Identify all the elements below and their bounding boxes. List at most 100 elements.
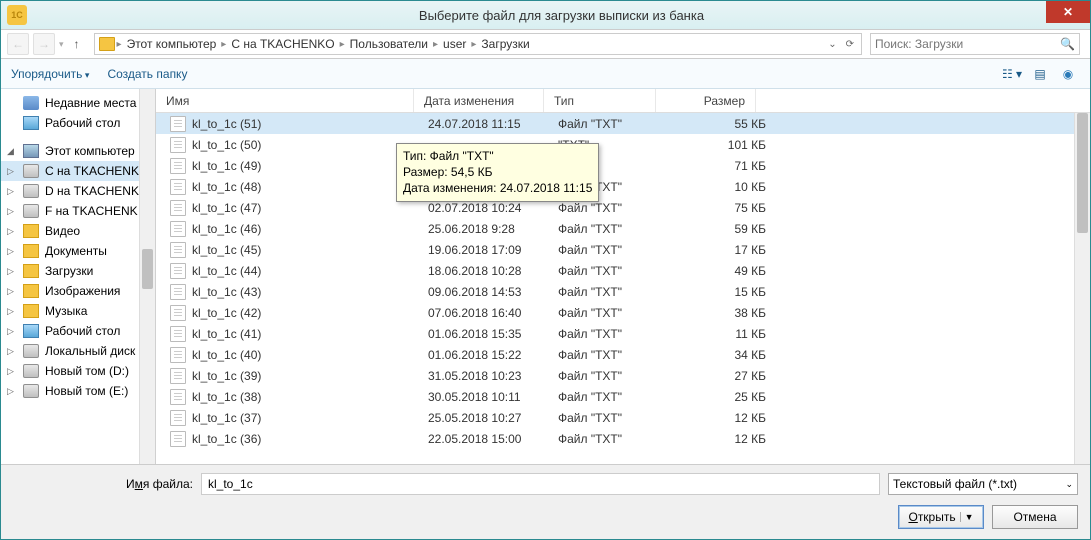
sidebar-item[interactable]: Рабочий стол bbox=[1, 113, 155, 133]
file-row[interactable]: kl_to_1c (49)"TXT"71 КБ bbox=[156, 155, 1090, 176]
expand-icon[interactable]: ▷ bbox=[7, 346, 17, 357]
expand-icon[interactable]: ▷ bbox=[7, 206, 17, 217]
file-type: Файл "TXT" bbox=[558, 117, 670, 131]
col-date[interactable]: Дата изменения bbox=[414, 89, 544, 112]
sidebar-this-pc[interactable]: ◢ Этот компьютер bbox=[1, 141, 155, 161]
file-row[interactable]: kl_to_1c (38)30.05.2018 10:11Файл "TXT"2… bbox=[156, 386, 1090, 407]
file-row[interactable]: kl_to_1c (36)22.05.2018 15:00Файл "TXT"1… bbox=[156, 428, 1090, 449]
sidebar-item[interactable]: ▷ Изображения bbox=[1, 281, 155, 301]
file-row[interactable]: kl_to_1c (44)18.06.2018 10:28Файл "TXT"4… bbox=[156, 260, 1090, 281]
sidebar-item[interactable]: Недавние места bbox=[1, 93, 155, 113]
file-icon bbox=[170, 326, 186, 342]
sidebar-icon bbox=[23, 164, 39, 178]
sidebar-item[interactable]: ▷ Новый том (D:) bbox=[1, 361, 155, 381]
sidebar-label: Новый том (D:) bbox=[45, 364, 129, 378]
sidebar-icon bbox=[23, 324, 39, 338]
breadcrumb-seg[interactable]: Пользователи bbox=[347, 37, 431, 51]
nav-back-button[interactable]: ← bbox=[7, 33, 29, 55]
file-date: 02.07.2018 10:24 bbox=[428, 201, 558, 215]
expand-icon[interactable]: ▷ bbox=[7, 306, 17, 317]
col-type[interactable]: Тип bbox=[544, 89, 656, 112]
preview-pane-button[interactable]: ▤ bbox=[1028, 63, 1052, 85]
file-row[interactable]: kl_to_1c (43)09.06.2018 14:53Файл "TXT"1… bbox=[156, 281, 1090, 302]
open-button[interactable]: Открыть ▼ bbox=[898, 505, 984, 529]
col-name[interactable]: Имя bbox=[156, 89, 414, 112]
sidebar-item[interactable]: ▷Загрузки bbox=[1, 261, 155, 281]
nav-up-button[interactable]: ↑ bbox=[68, 35, 86, 53]
expand-icon[interactable]: ▷ bbox=[7, 366, 17, 377]
file-row[interactable]: kl_to_1c (40)01.06.2018 15:22Файл "TXT"3… bbox=[156, 344, 1090, 365]
file-icon bbox=[170, 158, 186, 174]
file-row[interactable]: kl_to_1c (45)19.06.2018 17:09Файл "TXT"1… bbox=[156, 239, 1090, 260]
breadcrumb-seg[interactable]: Этот компьютер bbox=[124, 37, 220, 51]
expand-icon[interactable]: ◢ bbox=[7, 146, 17, 157]
app-icon: 1C bbox=[7, 5, 27, 25]
breadcrumb-seg[interactable]: С на TKACHENKO bbox=[228, 37, 337, 51]
file-icon bbox=[170, 389, 186, 405]
search-input[interactable] bbox=[875, 37, 1060, 51]
breadcrumb-dropdown-icon[interactable]: ⌄ bbox=[825, 39, 839, 50]
file-row[interactable]: kl_to_1c (39)31.05.2018 10:23Файл "TXT"2… bbox=[156, 365, 1090, 386]
col-size[interactable]: Размер bbox=[656, 89, 756, 112]
cancel-button[interactable]: Отмена bbox=[992, 505, 1078, 529]
expand-icon[interactable]: ▷ bbox=[7, 246, 17, 257]
expand-icon[interactable]: ▷ bbox=[7, 166, 17, 177]
sidebar-label: Изображения bbox=[45, 284, 120, 298]
file-row[interactable]: kl_to_1c (51)24.07.2018 11:15Файл "TXT"5… bbox=[156, 113, 1090, 134]
sidebar-label: Новый том (E:) bbox=[45, 384, 128, 398]
expand-icon[interactable]: ▷ bbox=[7, 326, 17, 337]
file-row[interactable]: kl_to_1c (41)01.06.2018 15:35Файл "TXT"1… bbox=[156, 323, 1090, 344]
sidebar-scrollbar[interactable] bbox=[139, 89, 155, 464]
file-icon bbox=[170, 263, 186, 279]
chevron-right-icon: ▸ bbox=[117, 39, 122, 50]
breadcrumb[interactable]: ▸ Этот компьютер ▸ С на TKACHENKO ▸ Поль… bbox=[94, 33, 862, 55]
expand-icon[interactable]: ▷ bbox=[7, 286, 17, 297]
refresh-icon[interactable]: ⟳ bbox=[843, 39, 857, 50]
nav-forward-button[interactable]: → bbox=[33, 33, 55, 55]
file-size: 12 КБ bbox=[670, 432, 766, 446]
sidebar-item[interactable]: ▷Музыка bbox=[1, 301, 155, 321]
sidebar-item[interactable]: ▷Рабочий стол bbox=[1, 321, 155, 341]
file-row[interactable]: kl_to_1c (46)25.06.2018 9:28Файл "TXT"59… bbox=[156, 218, 1090, 239]
help-button[interactable]: ◉ bbox=[1056, 63, 1080, 85]
file-date: 22.05.2018 15:00 bbox=[428, 432, 558, 446]
expand-icon[interactable]: ▷ bbox=[7, 386, 17, 397]
expand-icon[interactable]: ▷ bbox=[7, 226, 17, 237]
organize-button[interactable]: Упорядочить bbox=[11, 67, 89, 81]
filetype-select[interactable]: Текстовый файл (*.txt)⌄ bbox=[888, 473, 1078, 495]
file-name: kl_to_1c (44) bbox=[192, 264, 428, 278]
breadcrumb-seg[interactable]: Загрузки bbox=[478, 37, 532, 51]
filename-input[interactable] bbox=[201, 473, 880, 495]
file-row[interactable]: kl_to_1c (42)07.06.2018 16:40Файл "TXT"3… bbox=[156, 302, 1090, 323]
search-box[interactable]: 🔍 bbox=[870, 33, 1080, 55]
sidebar-icon bbox=[23, 244, 39, 258]
file-row[interactable]: kl_to_1c (48)11.07.2018 10:07Файл "TXT"1… bbox=[156, 176, 1090, 197]
file-date: 09.06.2018 14:53 bbox=[428, 285, 558, 299]
expand-icon[interactable]: ▷ bbox=[7, 186, 17, 197]
filelist-scrollbar[interactable] bbox=[1074, 113, 1090, 464]
file-name: kl_to_1c (48) bbox=[192, 180, 428, 194]
file-date: 25.05.2018 10:27 bbox=[428, 411, 558, 425]
sidebar-item[interactable]: ▷ Новый том (E:) bbox=[1, 381, 155, 401]
expand-icon[interactable]: ▷ bbox=[7, 266, 17, 277]
file-size: 27 КБ bbox=[670, 369, 766, 383]
view-mode-button[interactable]: ☷ ▾ bbox=[1000, 63, 1024, 85]
sidebar-item[interactable]: ▷F на TKACHENK bbox=[1, 201, 155, 221]
file-row[interactable]: kl_to_1c (37)25.05.2018 10:27Файл "TXT"1… bbox=[156, 407, 1090, 428]
file-size: 38 КБ bbox=[670, 306, 766, 320]
sidebar-item[interactable]: ▷Локальный диск bbox=[1, 341, 155, 361]
sidebar-item[interactable]: ▷С на TKACHENK bbox=[1, 161, 155, 181]
file-icon bbox=[170, 284, 186, 300]
filename-label: Имя файла: bbox=[13, 477, 193, 491]
breadcrumb-seg[interactable]: user bbox=[440, 37, 469, 51]
sidebar-label: D на TKACHENK bbox=[45, 184, 139, 198]
file-row[interactable]: kl_to_1c (47)02.07.2018 10:24Файл "TXT"7… bbox=[156, 197, 1090, 218]
file-size: 71 КБ bbox=[670, 159, 766, 173]
new-folder-button[interactable]: Создать папку bbox=[107, 67, 187, 81]
close-button[interactable]: ✕ bbox=[1046, 1, 1090, 23]
sidebar-item[interactable]: ▷ D на TKACHENK bbox=[1, 181, 155, 201]
sidebar-item[interactable]: ▷Документы bbox=[1, 241, 155, 261]
file-date: 31.05.2018 10:23 bbox=[428, 369, 558, 383]
sidebar-item[interactable]: ▷Видео bbox=[1, 221, 155, 241]
file-row[interactable]: kl_to_1c (50)"TXT"101 КБ bbox=[156, 134, 1090, 155]
